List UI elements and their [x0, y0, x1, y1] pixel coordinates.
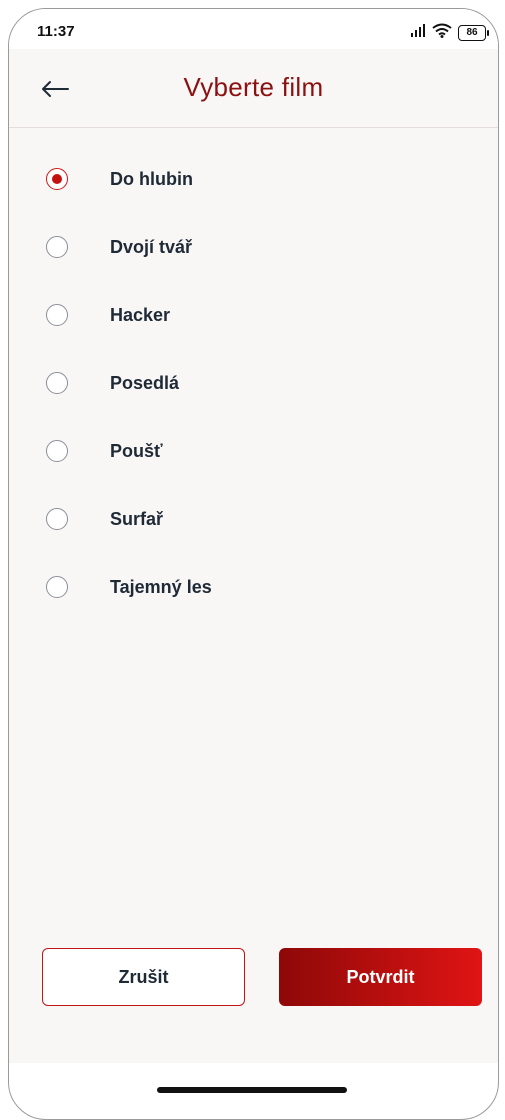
radio-button[interactable]	[46, 236, 68, 258]
movie-option[interactable]: Dvojí tvář	[9, 213, 498, 281]
movie-option[interactable]: Posedlá	[9, 349, 498, 417]
home-indicator	[157, 1087, 347, 1093]
status-icons: 86	[410, 23, 489, 43]
radio-button[interactable]	[46, 304, 68, 326]
screen: Vyberte film Do hlubin Dvojí tvář Hacker…	[9, 49, 498, 1063]
radio-button[interactable]	[46, 372, 68, 394]
movie-option-label: Posedlá	[110, 372, 180, 393]
cancel-button[interactable]: Zrušit	[42, 948, 245, 1006]
movie-option-label: Surfař	[110, 508, 164, 529]
radio-button[interactable]	[46, 576, 68, 598]
radio-button[interactable]	[46, 168, 68, 190]
radio-button[interactable]	[46, 440, 68, 462]
status-time: 11:37	[37, 23, 75, 40]
movie-option[interactable]: Surfař	[9, 485, 498, 553]
movie-option-label: Poušť	[110, 440, 163, 461]
movie-option-label: Tajemný les	[110, 576, 212, 597]
movie-option[interactable]: Tajemný les	[9, 553, 498, 621]
movie-option-label: Do hlubin	[110, 168, 193, 189]
confirm-button[interactable]: Potvrdit	[279, 948, 482, 1006]
signal-icon	[410, 24, 426, 42]
movie-option-label: Dvojí tvář	[110, 236, 193, 257]
battery-icon: 86	[458, 25, 489, 41]
radio-button[interactable]	[46, 508, 68, 530]
wifi-icon	[432, 23, 452, 43]
movie-option[interactable]: Hacker	[9, 281, 498, 349]
header: Vyberte film	[9, 49, 498, 128]
status-bar: 11:37 86	[9, 9, 498, 49]
phone-frame: 11:37 86 Vyberte film Do hlubin Dvojí tv…	[8, 8, 499, 1120]
movie-option[interactable]: Poušť	[9, 417, 498, 485]
movie-option-label: Hacker	[110, 304, 171, 325]
movie-list: Do hlubin Dvojí tvář Hacker Posedlá Pouš…	[9, 145, 498, 621]
page-title: Vyberte film	[183, 72, 324, 102]
movie-option[interactable]: Do hlubin	[9, 145, 498, 213]
